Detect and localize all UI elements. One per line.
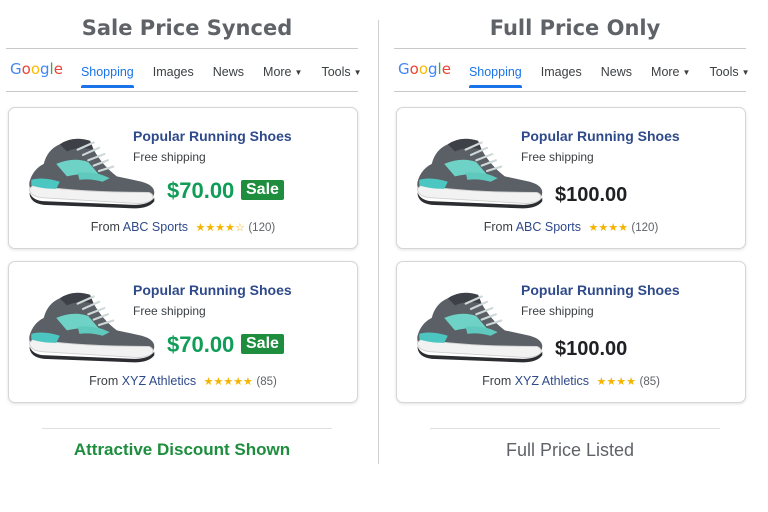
store-name[interactable]: XYZ Athletics [515,374,589,388]
tab-shopping[interactable]: Shopping [80,60,134,88]
google-logo[interactable]: Google [10,60,63,78]
tab-more[interactable]: More ▼ [651,60,690,88]
product-card[interactable]: Popular Running Shoes Free shipping $100… [396,107,746,249]
nav-rule [394,91,746,92]
star-rating-icon: ★★★★ [588,222,628,234]
panel-caption: Full Price Listed [505,440,635,460]
from-label: From [482,374,512,388]
shipping-info: Free shipping [133,150,206,164]
price: $70.00 [167,178,235,203]
product-card[interactable]: Popular Running Shoes Free shipping $100… [396,261,746,403]
star-rating-icon: ★★★★★ [203,376,253,388]
sale-badge: Sale [241,334,284,354]
seller-line: From XYZ Athletics ★★★★★ (85) [9,374,357,388]
tab-news[interactable]: News [601,60,632,88]
star-rating-icon: ★★★★☆ [195,222,245,234]
seller-line: From ABC Sports ★★★★ (120) [397,220,745,234]
tab-shopping[interactable]: Shopping [468,60,522,88]
panel-full-price: Full Price Only Google Shopping Images N… [394,0,756,512]
tab-tools-label: Tools [321,65,351,79]
shipping-info: Free shipping [521,304,594,318]
tab-news[interactable]: News [213,60,244,88]
from-label: From [89,374,119,388]
title-rule [6,48,358,49]
caption-rule [430,428,720,429]
store-name[interactable]: ABC Sports [123,220,188,234]
tab-tools[interactable]: Tools ▼ [709,60,749,88]
star-rating-icon: ★★★★ [596,376,636,388]
from-label: From [483,220,513,234]
tab-images[interactable]: Images [541,60,582,88]
price: $100.00 [555,338,628,360]
panel-title: Full Price Only [489,16,661,40]
shipping-info: Free shipping [133,304,206,318]
caption-rule [42,428,332,429]
search-nav: Google Shopping Images News More ▼ Tools ▼ [398,60,768,90]
store-name[interactable]: XYZ Athletics [122,374,196,388]
seller-line: From ABC Sports ★★★★☆ (120) [9,220,357,234]
review-count: (85) [639,376,660,388]
tab-tools[interactable]: Tools ▼ [321,60,361,88]
from-label: From [90,220,120,234]
tab-tools-label: Tools [709,65,739,79]
product-card[interactable]: Popular Running Shoes Free shipping $70.… [8,261,358,403]
tab-more-label: More [651,65,680,79]
panel-title: Sale Price Synced [81,16,293,40]
price: $100.00 [555,184,628,206]
panel-caption: Attractive Discount Shown [73,440,291,459]
product-title[interactable]: Popular Running Shoes [133,128,292,144]
product-title[interactable]: Popular Running Shoes [521,282,680,298]
seller-line: From XYZ Athletics ★★★★ (85) [397,374,745,388]
nav-rule [6,91,358,92]
google-logo[interactable]: Google [398,60,451,78]
tab-more-label: More [263,65,292,79]
review-count: (120) [631,222,659,234]
sale-badge: Sale [241,180,284,200]
review-count: (120) [248,222,276,234]
shipping-info: Free shipping [521,150,594,164]
caret-down-icon: ▼ [294,68,303,77]
product-title[interactable]: Popular Running Shoes [521,128,680,144]
caret-down-icon: ▼ [353,68,362,77]
tab-images[interactable]: Images [153,60,194,88]
product-card[interactable]: Popular Running Shoes Free shipping $70.… [8,107,358,249]
store-name[interactable]: ABC Sports [516,220,581,234]
tab-more[interactable]: More ▼ [263,60,302,88]
panel-sale-synced: Sale Price Synced Google Shopping Images… [6,0,368,512]
review-count: (85) [256,376,277,388]
product-title[interactable]: Popular Running Shoes [133,282,292,298]
search-nav: Google Shopping Images News More ▼ Tools ▼ [10,60,381,90]
caret-down-icon: ▼ [741,68,750,77]
caret-down-icon: ▼ [682,68,691,77]
title-rule [394,48,746,49]
price: $70.00 [167,332,235,357]
